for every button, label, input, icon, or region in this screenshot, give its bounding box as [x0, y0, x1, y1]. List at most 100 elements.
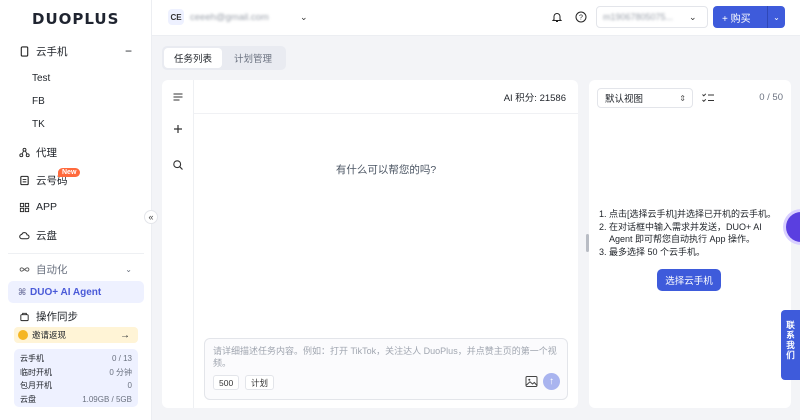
phone-select[interactable]: m19067805075... ⌄	[596, 6, 708, 28]
stat-value: 0 分钟	[109, 367, 132, 377]
stat-row: 云盘 1.09GB / 5GB	[20, 393, 132, 407]
collapse-sidebar-button[interactable]: «	[144, 210, 158, 224]
select-cloud-phone-button[interactable]: 选择云手机	[657, 269, 721, 291]
sidebar-group-tk[interactable]: TK	[32, 119, 45, 130]
chevron-down-icon[interactable]: ⌄	[768, 13, 785, 22]
infinity-icon	[18, 263, 30, 275]
sidebar-group-fb[interactable]: FB	[32, 96, 45, 107]
menu-icon[interactable]	[171, 90, 185, 104]
stat-label: 临时开机	[20, 367, 52, 377]
chevron-down-icon: ⌄	[300, 11, 308, 22]
sidebar-item-label: 操作同步	[36, 310, 78, 323]
sidebar-item-label: 代理	[36, 146, 57, 159]
contact-us-button[interactable]: 联 系 我 们	[781, 310, 800, 380]
stat-row: 云手机 0 / 13	[20, 352, 132, 366]
sidebar-item-label: APP	[36, 201, 58, 213]
stat-label: 云手机	[20, 354, 44, 364]
network-icon	[18, 146, 30, 158]
invite-label: 邀请返现	[32, 330, 67, 340]
instructions: 1. 点击[选择云手机]并选择已开机的云手机。 2. 在对话框中输入需求并发送，DU…	[599, 208, 785, 258]
phone-icon	[18, 45, 30, 57]
help-icon[interactable]: ?	[574, 10, 588, 24]
empty-prompt: 有什么可以帮您的吗?	[335, 164, 437, 176]
sidebar-divider	[8, 253, 144, 254]
view-select[interactable]: 默认视图 ⇕	[597, 88, 693, 108]
stat-row: 临时开机 0 分钟	[20, 366, 132, 380]
search-icon[interactable]	[171, 158, 185, 172]
header-divider	[194, 113, 578, 114]
arrow-right-icon: →	[120, 329, 130, 341]
instruction-step: 2. 在对话框中输入需求并发送，DUO+ AI Agent 即可帮您自动执行 Ap…	[599, 221, 785, 246]
tab-plan-management[interactable]: 计划管理	[222, 48, 284, 68]
chevron-updown-icon: ⇕	[679, 93, 686, 103]
selected-count: 0 / 50	[759, 92, 783, 103]
sidebar-item-ai-agent[interactable]: ⌘ DUO+ AI Agent	[8, 281, 144, 303]
apps-grid-icon	[18, 201, 30, 213]
stat-label: 云盘	[20, 394, 36, 404]
chevron-down-icon: ⌄	[689, 11, 697, 22]
stat-value: 0 / 13	[111, 354, 132, 364]
buy-button[interactable]: + 购买 ⌄	[713, 6, 785, 28]
instruction-step: 3. 最多选择 50 个云手机。	[599, 246, 785, 259]
sidebar-item-sync[interactable]: 操作同步	[0, 305, 152, 327]
sidebar-item-cloud-phone[interactable]: 云手机 −	[0, 40, 152, 62]
sidebar-item-automation[interactable]: 自动化 ⌄	[0, 258, 152, 280]
sidebar-item-label: 云盘	[36, 229, 57, 242]
sidebar-item-cloud-disk[interactable]: 云盘	[0, 224, 152, 246]
tab-task-list[interactable]: 任务列表	[164, 48, 222, 68]
stat-value: 0	[127, 381, 132, 391]
cloud-icon	[18, 229, 30, 241]
instruction-step: 1. 点击[选择云手机]并选择已开机的云手机。	[599, 208, 785, 221]
step-text: 最多选择 50 个云手机。	[609, 246, 706, 257]
stat-value: 1.09GB / 5GB	[82, 394, 132, 404]
account-switcher[interactable]: CE ceeeh@gmail.com ⌄	[168, 9, 308, 25]
bell-icon[interactable]	[550, 10, 564, 24]
sidebar: DUOPLUS 云手机 − Test FB TK 代理 云号码 APP 云盘 自…	[0, 0, 152, 420]
phone-number: m19067805075...	[603, 12, 674, 22]
sim-icon	[18, 174, 30, 186]
step-number: 2.	[599, 221, 607, 232]
step-text: 在对话框中输入需求并发送，DUO+ AI Agent 即可帮您自动执行 App …	[609, 221, 762, 245]
plus-icon[interactable]	[171, 122, 185, 136]
view-select-value: 默认视图	[605, 94, 644, 105]
svg-text:?: ?	[579, 15, 583, 22]
chevron-down-icon: ⌄	[125, 264, 132, 274]
task-input-placeholder: 请详细描述任务内容。例如：打开 TikTok，关注达人 DuoPlus，并点赞主…	[213, 346, 557, 368]
chat-panel: AI 积分: 21586 有什么可以帮您的吗? 请详细描述任务内容。例如：打开 …	[162, 80, 578, 408]
sync-icon	[18, 310, 30, 322]
phone-selection-panel: 默认视图 ⇕ 0 / 50 1. 点击[选择云手机]并选择已开机的云手机。 2. 在…	[589, 80, 791, 408]
coin-icon	[18, 330, 28, 340]
new-badge: New	[58, 168, 81, 177]
contact-char: 联	[786, 320, 795, 330]
account-email: ceeeh@gmail.com	[190, 11, 269, 23]
sidebar-item-label: 自动化	[36, 263, 68, 276]
sidebar-item-proxy[interactable]: 代理	[0, 141, 152, 163]
plan-chip[interactable]: 计划	[245, 375, 275, 390]
send-button[interactable]: ↑	[543, 373, 560, 390]
task-input[interactable]: 请详细描述任务内容。例如：打开 TikTok，关注达人 DuoPlus，并点赞主…	[204, 338, 568, 400]
sidebar-group-test[interactable]: Test	[32, 73, 50, 84]
agent-icon: ⌘	[18, 286, 27, 297]
sidebar-item-label: 云手机	[36, 45, 68, 58]
stat-row: 包月开机 0	[20, 379, 132, 393]
stat-label: 包月开机	[20, 381, 52, 391]
sidebar-item-label: DUO+ AI Agent	[30, 286, 102, 298]
invite-cashback-banner[interactable]: 邀请返现 →	[14, 327, 138, 343]
ai-credits: AI 积分: 21586	[503, 93, 566, 104]
view-tabs: 任务列表 计划管理	[162, 46, 286, 70]
image-icon[interactable]	[525, 375, 538, 388]
contact-char: 系	[786, 330, 795, 340]
checklist-icon[interactable]	[701, 91, 715, 105]
token-count-chip[interactable]: 500	[213, 375, 240, 390]
usage-stats: 云手机 0 / 13 临时开机 0 分钟 包月开机 0 云盘 1.09GB / 5GB	[14, 349, 138, 407]
top-bar: CE ceeeh@gmail.com ⌄ ? m19067805075... ⌄…	[152, 0, 800, 36]
collapse-group-icon[interactable]: −	[125, 44, 132, 58]
buy-label: + 购买	[722, 13, 751, 25]
brand-logo[interactable]: DUOPLUS	[32, 10, 119, 28]
sidebar-item-app[interactable]: APP	[0, 196, 152, 218]
step-text: 点击[选择云手机]并选择已开机的云手机。	[609, 209, 777, 219]
step-number: 3.	[599, 246, 607, 257]
avatar: CE	[168, 9, 184, 25]
chat-toolbar	[162, 80, 194, 408]
contact-char: 我	[786, 340, 795, 350]
